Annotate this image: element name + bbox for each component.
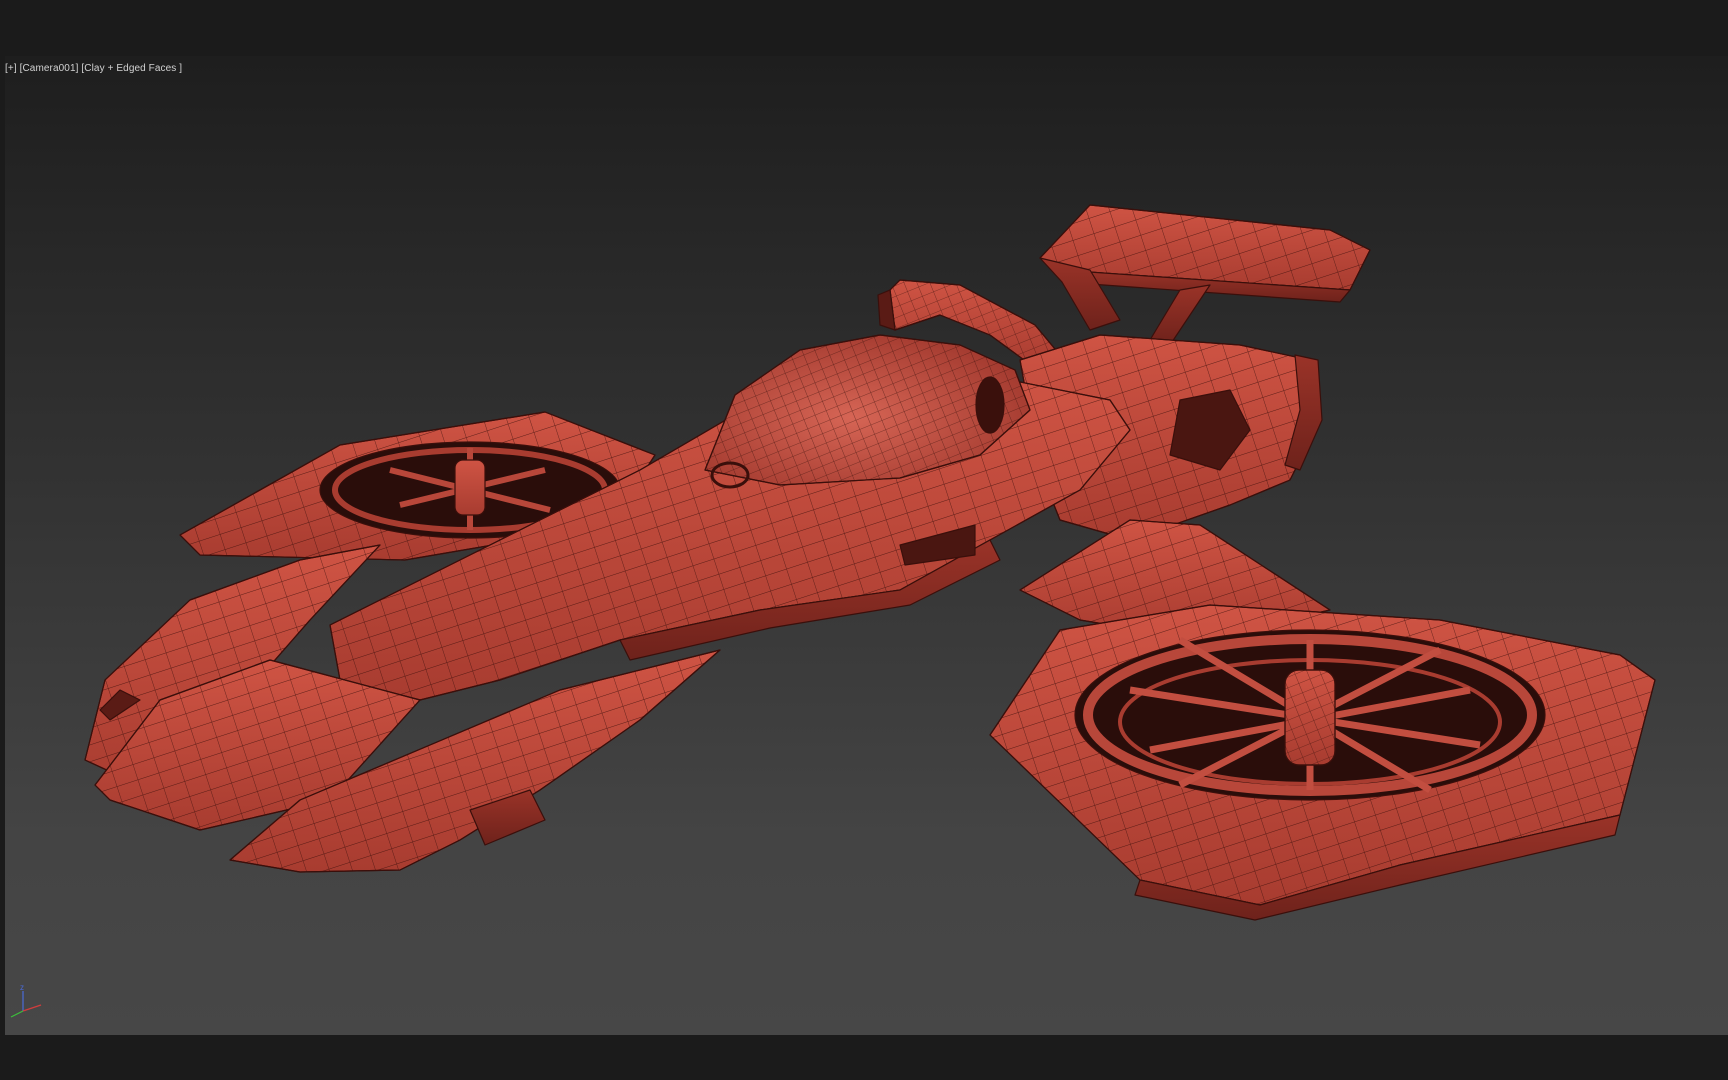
app-window: [+] [Camera001] [Clay + Edged Faces ] z bbox=[0, 0, 1728, 1080]
vehicle-mesh bbox=[84, 204, 1656, 921]
axis-z-label: z bbox=[20, 983, 24, 992]
axis-gizmo: z bbox=[10, 983, 42, 1018]
rear-spoiler bbox=[1039, 204, 1371, 346]
front-right-rotor bbox=[989, 604, 1656, 921]
hover-vehicle-model[interactable] bbox=[5, 56, 1728, 1035]
camera-viewport[interactable]: [+] [Camera001] [Clay + Edged Faces ] z bbox=[5, 56, 1728, 1035]
